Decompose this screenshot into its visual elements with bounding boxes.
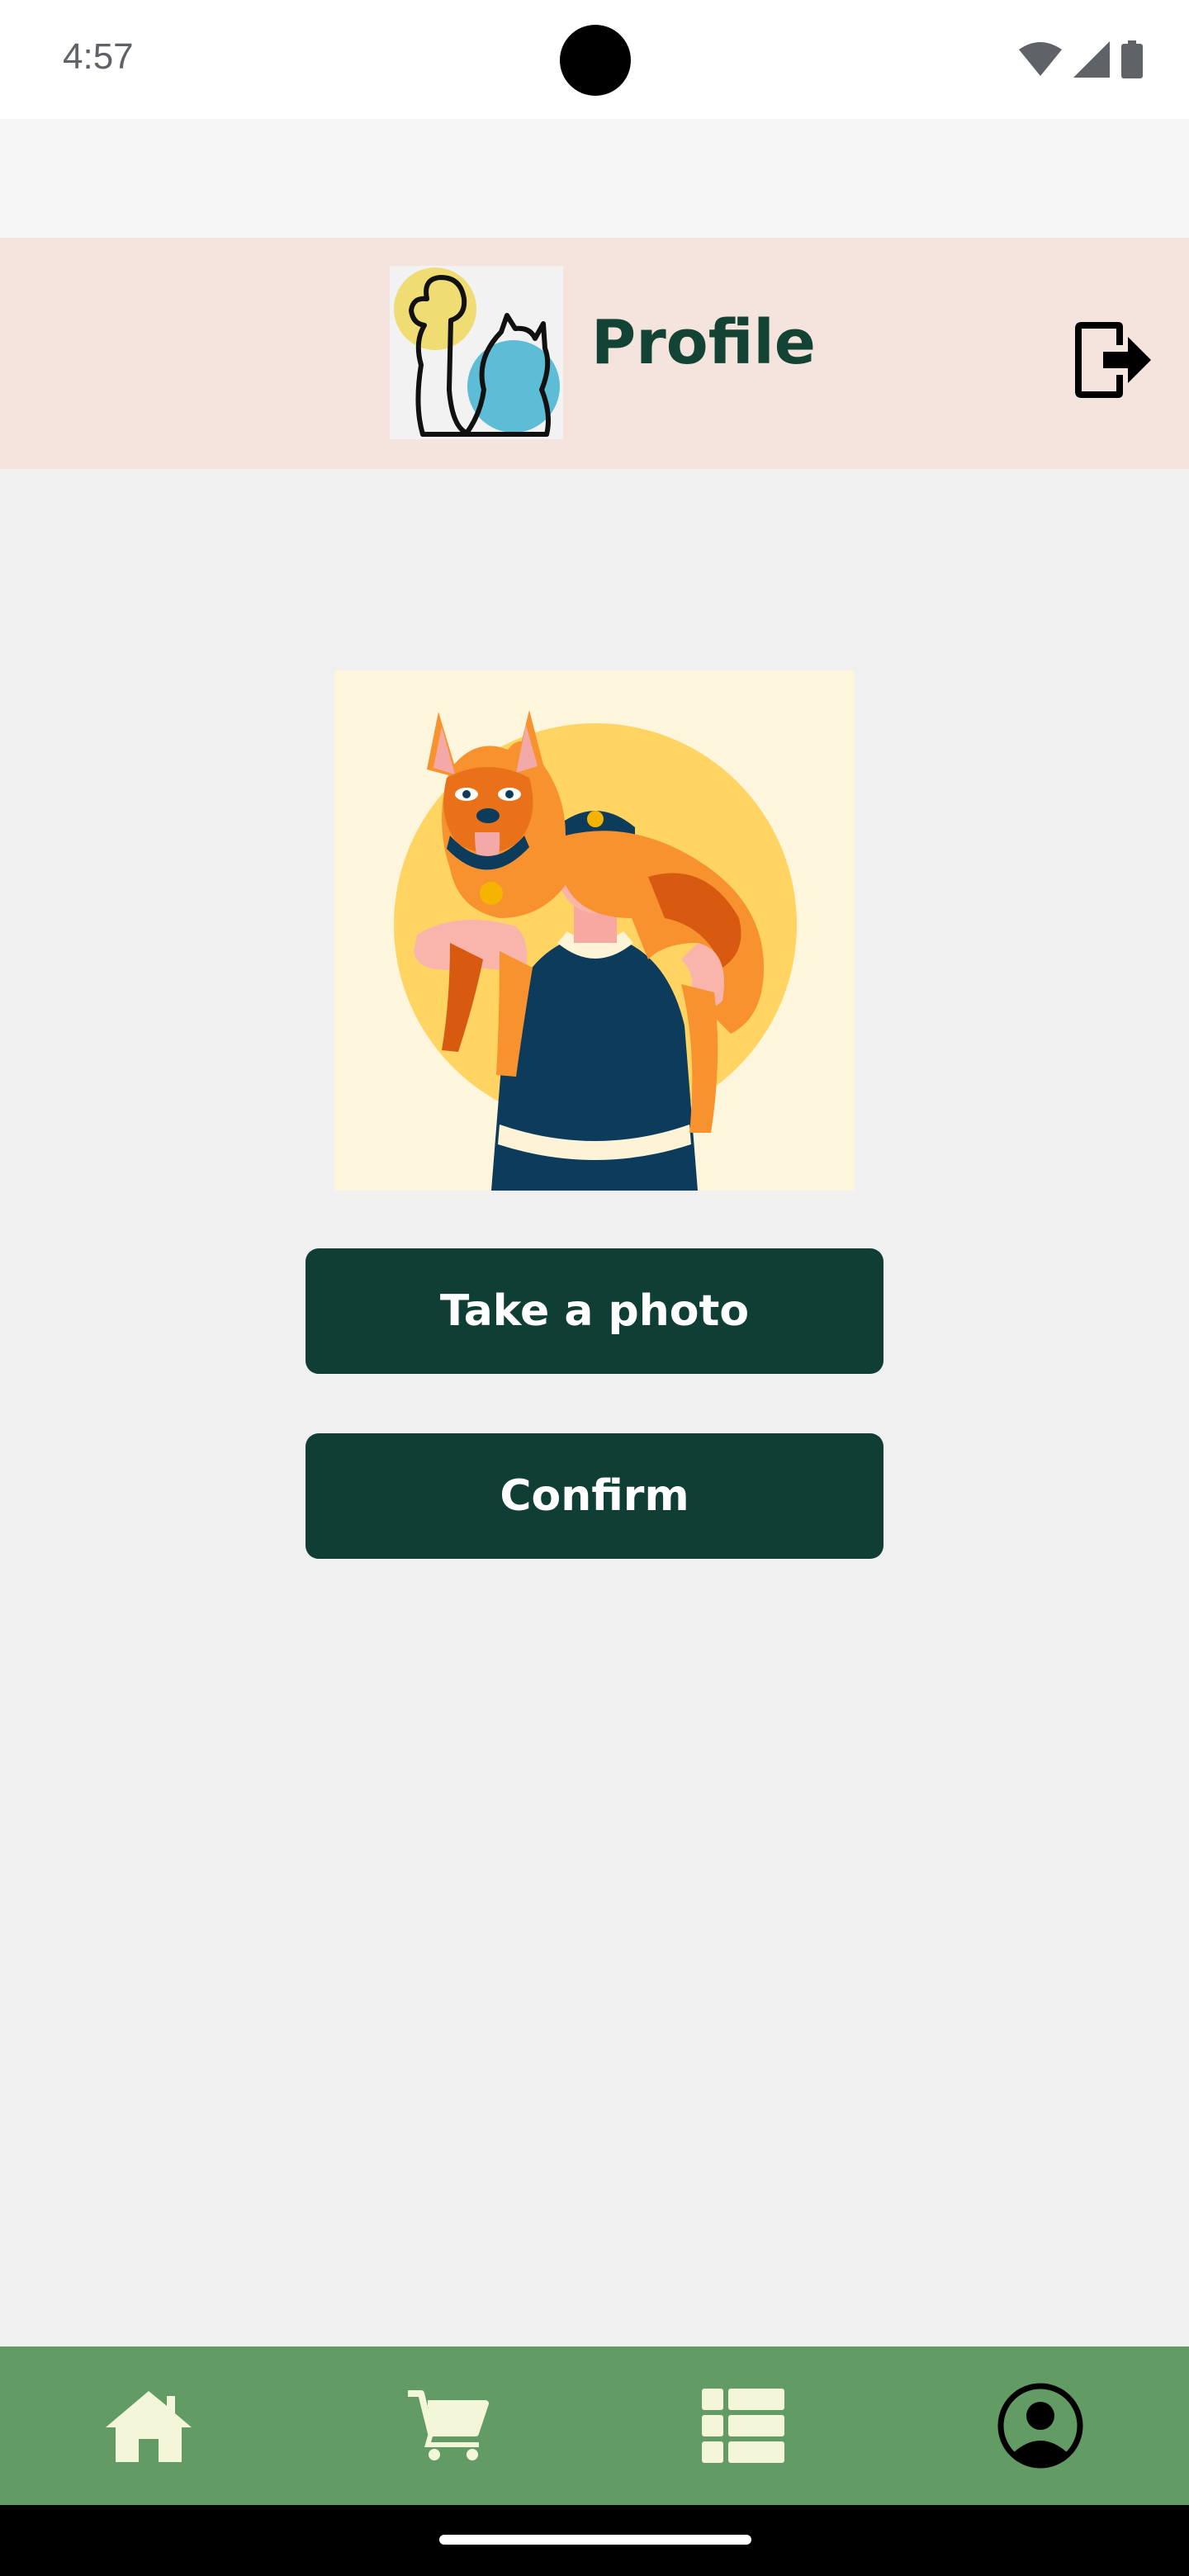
bottom-nav [0,2346,1189,2505]
status-time: 4:57 [63,36,134,77]
confirm-button[interactable]: Confirm [306,1433,883,1559]
status-icons [1019,40,1143,79]
profile-photo [334,670,855,1191]
nav-item-profile[interactable] [958,2346,1123,2505]
take-photo-button[interactable]: Take a photo [306,1248,883,1374]
gesture-handle[interactable] [439,2535,751,2545]
nav-item-cart[interactable] [365,2346,530,2505]
signal-icon [1073,41,1110,78]
wifi-icon [1019,42,1062,76]
cart-icon [408,2390,489,2460]
nav-item-home[interactable] [66,2346,231,2505]
list-icon [702,2389,784,2463]
nav-item-list[interactable] [661,2346,826,2505]
profile-icon [997,2383,1083,2469]
dog-cat-logo [394,268,560,437]
logout-button[interactable] [1070,315,1153,405]
app-logo [390,266,563,439]
status-bar: 4:57 [0,0,1189,119]
home-icon [106,2391,192,2462]
logout-icon [1075,322,1151,398]
top-spacer [0,119,1189,238]
battery-icon [1121,40,1143,78]
page-title: Profile [591,307,816,378]
camera-cutout [560,25,631,96]
man-carrying-dog-illustration [334,670,855,1191]
